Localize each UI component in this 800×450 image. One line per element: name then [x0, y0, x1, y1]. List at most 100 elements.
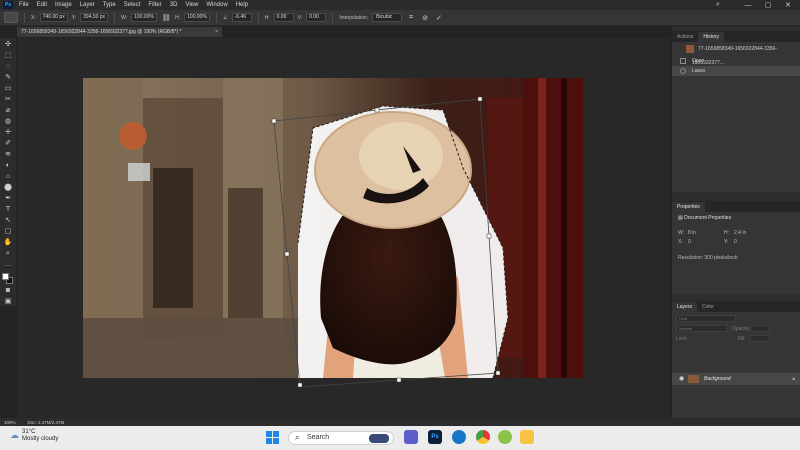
transform-handle[interactable] [284, 251, 290, 257]
blur-tool-icon[interactable]: ⬤ [3, 183, 14, 192]
photoshop-logo-icon[interactable]: Ps [3, 1, 13, 9]
tab-properties[interactable]: Properties [672, 202, 705, 212]
history-item-lasso[interactable]: Lasso [672, 66, 800, 76]
document-tab[interactable]: 77-1656858349-1656922844-3356-1656932377… [17, 27, 222, 37]
warp-icon[interactable]: ⌗ [406, 14, 416, 22]
edge-icon[interactable] [452, 430, 466, 444]
screen-mode-icon[interactable]: ▣ [3, 297, 14, 306]
layer-row-background[interactable]: ◉ Background 🔒︎ [672, 373, 800, 385]
x-value[interactable]: 0 [688, 239, 691, 245]
menu-filter[interactable]: Filter [148, 2, 161, 8]
menu-type[interactable]: Type [103, 2, 116, 8]
hskew-field[interactable]: 0.00 [273, 13, 294, 22]
crop-tool-icon[interactable]: ✂ [3, 95, 14, 104]
menu-image[interactable]: Image [55, 2, 72, 8]
menu-layer[interactable]: Layer [80, 2, 95, 8]
taskbar-search[interactable]: ⌕ Search [288, 431, 394, 445]
menu-window[interactable]: Window [206, 2, 227, 8]
history-brush-tool-icon[interactable]: ≋ [3, 150, 14, 159]
menu-3d[interactable]: 3D [170, 2, 178, 8]
windows-start-icon[interactable] [266, 431, 279, 444]
menu-help[interactable]: Help [236, 2, 248, 8]
link-icon[interactable]: ⛓ [161, 14, 171, 22]
history-snapshot[interactable]: 77-1656858349-1656922844-3356-1656932377… [672, 42, 800, 66]
layer-filter-kind[interactable]: Kind [676, 315, 736, 322]
menu-view[interactable]: View [185, 2, 198, 8]
lasso-tool-icon[interactable]: ◌ [3, 62, 14, 71]
weather-widget[interactable]: ☁ 31°C Mostly cloudy [10, 429, 58, 442]
eyedropper-tool-icon[interactable]: ⌀ [3, 106, 14, 115]
close-tab-icon[interactable]: × [215, 27, 218, 37]
transform-handle[interactable] [486, 233, 492, 239]
tab-layers[interactable]: Layers [672, 302, 698, 312]
marquee-tool-icon[interactable]: ⬚ [3, 51, 14, 60]
menu-bar: Ps File Edit Image Layer Type Select Fil… [0, 0, 800, 10]
width-field[interactable]: 100.00% [131, 13, 158, 22]
y-field[interactable]: 394.50 px [80, 13, 109, 22]
h-value[interactable]: 2.4 in [734, 230, 746, 236]
color-swatches[interactable] [2, 273, 14, 284]
transform-handle[interactable] [271, 118, 277, 124]
fill-field[interactable] [750, 335, 770, 342]
opacity-label: Opacity: [732, 326, 751, 332]
tool-preset-picker[interactable] [4, 12, 18, 23]
height-field[interactable]: 100.00% [184, 13, 211, 22]
search-icon[interactable]: ⌕ [714, 1, 722, 9]
history-item-open[interactable]: Open [672, 56, 800, 66]
teams-icon[interactable] [404, 430, 418, 444]
reference-point[interactable] [387, 240, 393, 246]
foreground-color-swatch[interactable] [2, 273, 9, 280]
healing-brush-tool-icon[interactable]: ◍ [3, 117, 14, 126]
more-tools-icon[interactable]: … [3, 260, 14, 269]
gradient-tool-icon[interactable]: ⌂ [3, 172, 14, 181]
cancel-transform-icon[interactable]: ⊘ [420, 14, 430, 22]
angle-field[interactable]: -6.46 [231, 13, 252, 22]
transform-handle[interactable] [374, 107, 380, 113]
path-selection-tool-icon[interactable]: ↖ [3, 216, 14, 225]
transform-handle[interactable] [477, 96, 483, 102]
commit-transform-icon[interactable]: ✓ [434, 14, 444, 22]
chrome-icon[interactable] [476, 430, 490, 444]
history-item-label: Open [692, 58, 705, 64]
menu-edit[interactable]: Edit [37, 2, 47, 8]
interpolation-select[interactable]: Bicubic [372, 13, 403, 22]
h-label: H: [175, 14, 181, 21]
menu-select[interactable]: Select [124, 2, 141, 8]
blend-mode-select[interactable]: Normal [676, 325, 728, 332]
transform-handle[interactable] [297, 382, 303, 387]
tab-color[interactable]: Color [697, 302, 719, 312]
magic-wand-tool-icon[interactable]: ✎ [3, 73, 14, 82]
type-tool-icon[interactable]: T [3, 205, 14, 214]
clone-stamp-tool-icon[interactable]: ✐ [3, 139, 14, 148]
x-field[interactable]: 740.00 px [39, 13, 68, 22]
tab-history[interactable]: History [698, 32, 724, 42]
vskew-field[interactable]: 0.00 [306, 13, 327, 22]
maximize-icon[interactable]: ▢ [764, 1, 772, 9]
hand-tool-icon[interactable]: ✋ [3, 238, 14, 247]
y-value[interactable]: 0 [734, 239, 737, 245]
opacity-field[interactable] [750, 325, 770, 332]
transform-bounding-box[interactable] [270, 95, 500, 387]
transform-handle[interactable] [396, 377, 402, 383]
move-tool-icon[interactable]: ✣ [3, 40, 14, 49]
brush-tool-icon[interactable]: ✛ [3, 128, 14, 137]
options-bar: X: 740.00 px Y: 394.50 px W: 100.00% ⛓ H… [0, 10, 800, 26]
photoshop-taskbar-icon[interactable]: Ps [428, 430, 442, 444]
history-item-label: Lasso [692, 68, 706, 74]
transform-handle[interactable] [495, 370, 500, 376]
tab-actions[interactable]: Actions [672, 32, 698, 42]
close-icon[interactable]: ✕ [784, 1, 792, 9]
w-value[interactable]: 8 in [688, 230, 696, 236]
app-icon[interactable] [498, 430, 512, 444]
zoom-tool-icon[interactable]: ⌕ [3, 249, 14, 258]
pen-tool-icon[interactable]: ✒ [3, 194, 14, 203]
rectangle-tool-icon[interactable]: ▢ [3, 227, 14, 236]
quick-mask-icon[interactable]: ◙ [3, 286, 14, 295]
menu-file[interactable]: File [19, 2, 29, 8]
eraser-tool-icon[interactable]: ◐ [3, 161, 14, 170]
frame-tool-icon[interactable]: ▭ [3, 84, 14, 93]
minimize-icon[interactable]: — [744, 2, 752, 9]
visibility-eye-icon[interactable]: ◉ [679, 373, 684, 385]
file-explorer-icon[interactable] [520, 430, 534, 444]
zoom-level[interactable]: 100% [4, 420, 16, 425]
